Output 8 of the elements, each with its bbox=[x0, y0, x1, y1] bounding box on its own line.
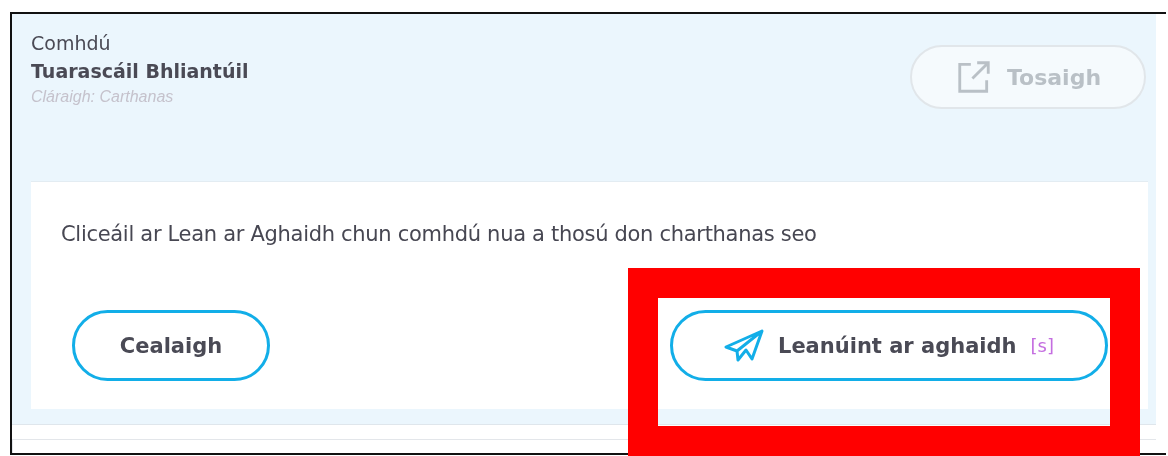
continue-button[interactable]: Leanúint ar aghaidh [s] bbox=[670, 310, 1108, 381]
shortcut-hint: [s] bbox=[1030, 335, 1054, 356]
continue-label: Leanúint ar aghaidh bbox=[778, 333, 1017, 358]
dialog-message: Cliceáil ar Lean ar Aghaidh chun comhdú nua a thosú don charthanas seo bbox=[61, 222, 818, 246]
paper-plane-icon bbox=[724, 328, 764, 363]
cancel-button[interactable]: Cealaigh bbox=[72, 310, 270, 381]
report-title: Tuarascáil Bhliantúil bbox=[31, 60, 249, 82]
page-title: Comhdú bbox=[31, 32, 112, 54]
